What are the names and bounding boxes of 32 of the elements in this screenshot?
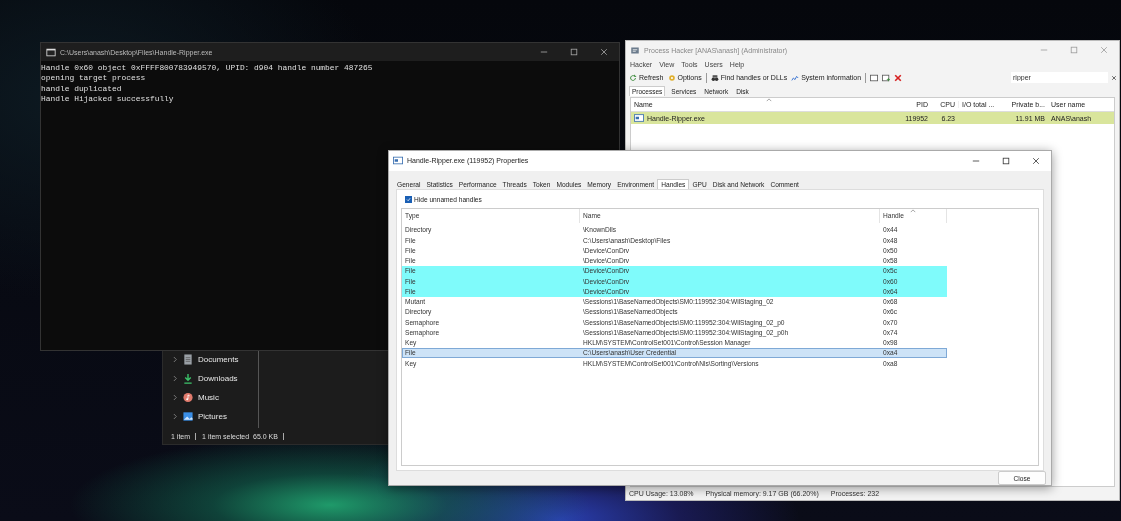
download-icon bbox=[183, 373, 193, 384]
picture-icon bbox=[183, 411, 193, 422]
close-icon[interactable] bbox=[1032, 156, 1040, 165]
nav-item[interactable]: Downloads bbox=[198, 374, 238, 383]
app-icon bbox=[630, 45, 640, 55]
process-icon bbox=[634, 114, 644, 122]
refresh-icon bbox=[629, 73, 637, 82]
chart-icon bbox=[791, 73, 800, 82]
sort-caret-icon bbox=[910, 208, 916, 213]
console-icon bbox=[46, 47, 56, 57]
sort-caret-icon bbox=[766, 98, 772, 102]
window-icon[interactable] bbox=[870, 73, 879, 82]
minimize-icon[interactable] bbox=[540, 48, 548, 56]
clear-icon[interactable] bbox=[1111, 74, 1117, 81]
binoculars-icon bbox=[710, 73, 719, 82]
gear-icon bbox=[667, 73, 676, 82]
chevron-icon[interactable] bbox=[173, 413, 178, 420]
chevron-icon[interactable] bbox=[173, 394, 178, 401]
maximize-icon[interactable] bbox=[1002, 156, 1010, 165]
close-icon[interactable] bbox=[600, 48, 608, 56]
nav-item[interactable]: Documents bbox=[198, 355, 239, 364]
app-icon bbox=[393, 156, 403, 166]
checkbox[interactable] bbox=[405, 195, 412, 203]
document-icon bbox=[183, 354, 193, 365]
nav-item[interactable]: Pictures bbox=[198, 412, 227, 421]
music-icon bbox=[183, 392, 193, 403]
chevron-icon[interactable] bbox=[173, 375, 178, 382]
nav-item[interactable]: Music bbox=[198, 393, 219, 402]
window-add-icon[interactable] bbox=[882, 73, 891, 82]
chevron-icon[interactable] bbox=[173, 356, 178, 363]
maximize-icon[interactable] bbox=[570, 48, 578, 56]
close-icon[interactable] bbox=[894, 73, 903, 82]
